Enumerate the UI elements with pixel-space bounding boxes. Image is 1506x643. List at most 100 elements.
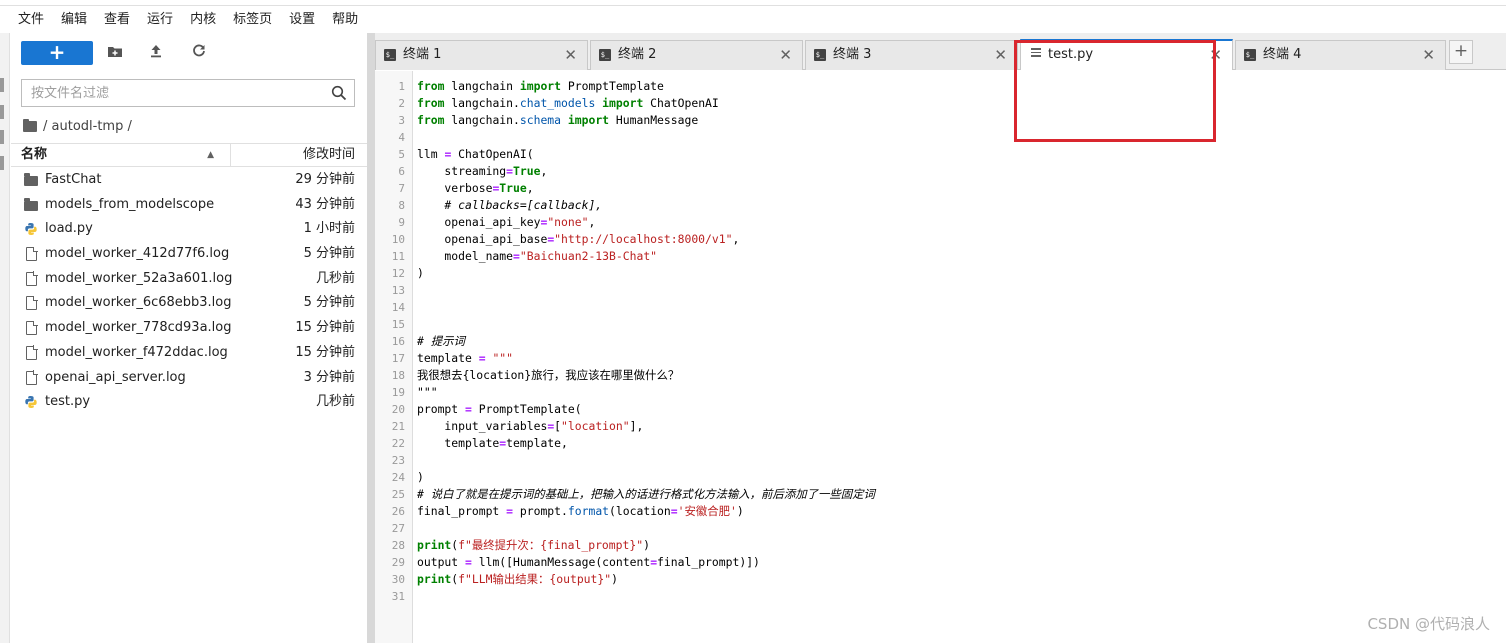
file-name: models_from_modelscope [45, 196, 215, 212]
tab-label: test.py [1048, 47, 1094, 62]
activity-marker[interactable] [0, 156, 4, 170]
tab-terminal-3[interactable]: $_ 终端 3 ✕ [805, 40, 1018, 70]
line-number: 16 [391, 335, 405, 348]
line-number: 19 [391, 386, 405, 399]
tab-label: 终端 1 [403, 47, 442, 62]
activity-marker[interactable] [0, 78, 4, 92]
file-name: test.py [45, 394, 91, 410]
line-number: 29 [391, 556, 405, 569]
file-name: model_worker_f472ddac.log [45, 344, 228, 360]
file-icon [26, 246, 38, 262]
code-string: 我很想去{location}旅行，我应该在哪里做什么？ [417, 368, 680, 382]
python-icon [25, 396, 37, 409]
tab-test-py[interactable]: test.py ✕ [1020, 39, 1233, 70]
folder-icon[interactable] [23, 118, 37, 132]
panel-splitter[interactable] [367, 33, 375, 643]
file-row[interactable]: model_worker_778cd93a.log 15 分钟前 [11, 316, 367, 341]
column-header-modified[interactable]: 修改时间 [231, 144, 367, 166]
file-row[interactable]: load.py 1 小时前 [11, 217, 367, 242]
file-name: model_worker_6c68ebb3.log [45, 295, 232, 311]
tab-terminal-2[interactable]: $_ 终端 2 ✕ [590, 40, 803, 70]
activity-marker[interactable] [0, 105, 4, 119]
code-comment: # 提示词 [417, 334, 465, 348]
file-row[interactable]: model_worker_52a3a601.log 几秒前 [11, 267, 367, 292]
code-string: """ [417, 385, 438, 399]
file-icon [26, 345, 38, 360]
menu-settings[interactable]: 设置 [289, 7, 315, 33]
new-launcher-button[interactable]: + [21, 41, 93, 65]
line-number: 31 [391, 590, 405, 603]
menu-file[interactable]: 文件 [18, 7, 44, 33]
line-number: 2 [398, 97, 405, 110]
menu-run[interactable]: 运行 [147, 7, 173, 33]
close-icon[interactable]: ✕ [1422, 41, 1435, 69]
terminal-icon: $_ [1244, 49, 1256, 61]
menu-edit[interactable]: 编辑 [61, 7, 87, 33]
search-icon[interactable] [331, 85, 347, 101]
line-number: 12 [391, 267, 405, 280]
code-line: ) [417, 266, 424, 280]
file-row[interactable]: model_worker_f472ddac.log 15 分钟前 [11, 341, 367, 366]
tab-terminal-1[interactable]: $_ 终端 1 ✕ [375, 40, 588, 70]
close-icon[interactable]: ✕ [994, 41, 1007, 69]
line-number: 17 [391, 352, 405, 365]
file-row[interactable]: openai_api_server.log 3 分钟前 [11, 366, 367, 391]
folder-plus-icon[interactable] [106, 44, 124, 62]
tab-terminal-4[interactable]: $_ 终端 4 ✕ [1235, 40, 1446, 70]
breadcrumb: / autodl-tmp / [23, 117, 132, 135]
document-tab-bar: $_ 终端 1 ✕ $_ 终端 2 ✕ $_ 终端 3 ✕ test.py ✕ … [375, 33, 1506, 70]
file-browser: + / autodl-tmp / 名称 ▲ 修改时间 FastChat 29 分钟… [11, 33, 367, 643]
upload-icon[interactable] [147, 44, 165, 62]
file-name: FastChat [45, 172, 102, 187]
menu-tabs[interactable]: 标签页 [233, 7, 272, 33]
text-file-icon [1031, 48, 1041, 60]
file-modified-time: 1 小时前 [303, 221, 355, 237]
code-line: ) [417, 470, 424, 484]
python-icon [25, 223, 37, 236]
line-number: 7 [398, 182, 405, 195]
line-number: 4 [398, 131, 405, 144]
terminal-icon: $_ [814, 49, 826, 61]
line-number: 23 [391, 454, 405, 467]
column-header-name[interactable]: 名称 ▲ [11, 144, 231, 166]
window-top-edge [0, 0, 1506, 6]
file-row[interactable]: model_worker_412d77f6.log 5 分钟前 [11, 242, 367, 267]
file-modified-time: 15 分钟前 [295, 344, 355, 360]
folder-icon [24, 197, 38, 211]
add-tab-button[interactable]: + [1449, 40, 1473, 64]
file-row[interactable]: models_from_modelscope 43 分钟前 [11, 193, 367, 218]
file-list: FastChat 29 分钟前 models_from_modelscope 43 分… [11, 168, 367, 415]
line-number: 5 [398, 148, 405, 161]
line-number: 30 [391, 573, 405, 586]
line-number: 18 [391, 369, 405, 382]
breadcrumb-path[interactable]: / autodl-tmp / [43, 119, 132, 134]
close-icon[interactable]: ✕ [564, 41, 577, 69]
line-number: 6 [398, 165, 405, 178]
line-number: 24 [391, 471, 405, 484]
code-content[interactable]: 1 from langchain import PromptTemplate 2f… [375, 78, 1506, 605]
line-number: 1 [398, 80, 405, 93]
line-number: 10 [391, 233, 405, 246]
file-row[interactable]: model_worker_6c68ebb3.log 5 分钟前 [11, 291, 367, 316]
menu-kernel[interactable]: 内核 [190, 7, 216, 33]
close-icon[interactable]: ✕ [779, 41, 792, 69]
file-row[interactable]: FastChat 29 分钟前 [11, 168, 367, 193]
file-modified-time: 29 分钟前 [295, 172, 355, 187]
file-row[interactable]: test.py 几秒前 [11, 390, 367, 415]
terminal-icon: $_ [599, 49, 611, 61]
column-name-label: 名称 [21, 147, 48, 162]
line-number: 8 [398, 199, 405, 212]
activity-marker[interactable] [0, 130, 4, 144]
file-name: load.py [45, 221, 93, 237]
file-name: model_worker_778cd93a.log [45, 320, 232, 336]
line-number: 15 [391, 318, 405, 331]
tab-label: 终端 4 [1263, 47, 1302, 62]
line-number: 26 [391, 505, 405, 518]
close-icon[interactable]: ✕ [1209, 41, 1222, 69]
file-name: model_worker_52a3a601.log [45, 270, 233, 286]
menu-view[interactable]: 查看 [104, 7, 130, 33]
refresh-icon[interactable] [190, 44, 208, 62]
menu-help[interactable]: 帮助 [332, 7, 358, 33]
code-editor[interactable]: 1 from langchain import PromptTemplate 2f… [375, 71, 1506, 643]
filter-input[interactable] [22, 80, 322, 106]
